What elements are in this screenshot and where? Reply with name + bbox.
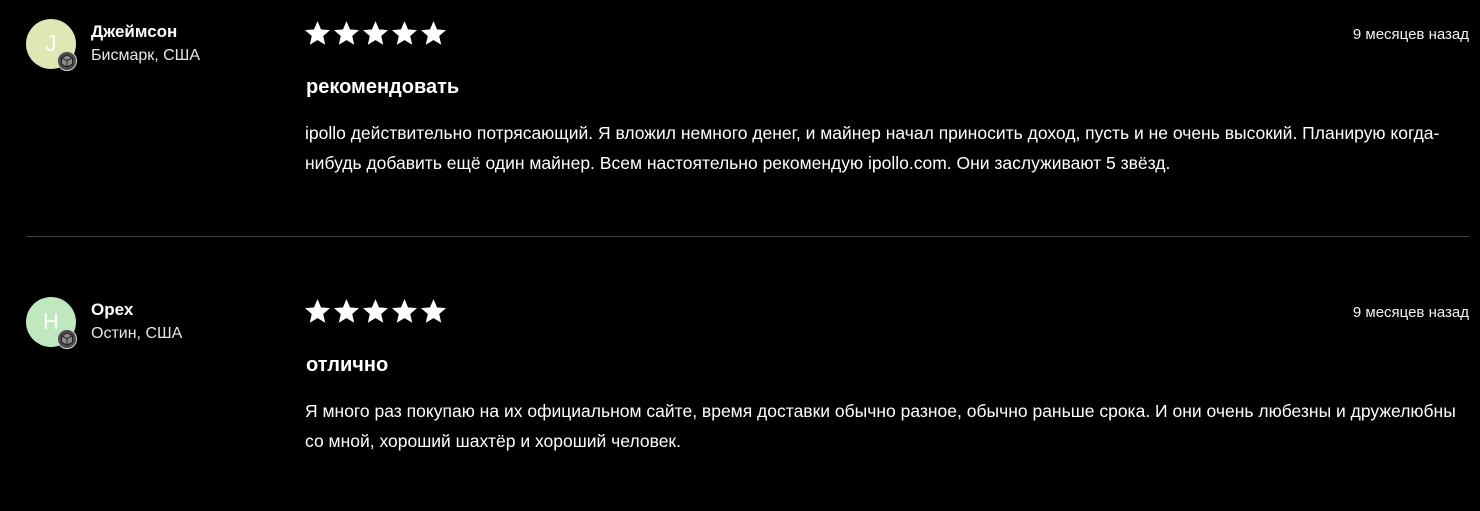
star-icon xyxy=(363,299,388,323)
reviewer-location: Бисмарк, США xyxy=(91,47,201,64)
review-text: ipollo действительно потрясающий. Я влож… xyxy=(305,123,1440,173)
star-icon xyxy=(363,21,388,45)
review-date: 9 месяцев назад xyxy=(1352,26,1469,43)
star-icon xyxy=(334,21,359,45)
star-icon xyxy=(392,21,417,45)
star-icon xyxy=(421,299,446,323)
review-title: отлично xyxy=(306,354,389,376)
review-date: 9 месяцев назад xyxy=(1352,304,1469,321)
star-icon xyxy=(334,299,359,323)
star-icon xyxy=(392,299,417,323)
star-icon xyxy=(421,21,446,45)
star-rating xyxy=(304,20,447,47)
review-title: рекомендовать xyxy=(306,76,460,98)
reviewer-name: Орех xyxy=(91,300,134,319)
review-text: Я много раз покупаю на их официальном са… xyxy=(305,401,1456,451)
reviewer-name: Джеймсон xyxy=(91,22,178,41)
verified-box-icon xyxy=(57,51,77,71)
star-icon xyxy=(305,299,330,323)
reviews-page: J Джеймсон Бисмарк, США 9 месяцев назад … xyxy=(0,0,1480,511)
avatar-initial: J xyxy=(45,31,57,56)
review-divider xyxy=(26,236,1469,237)
star-rating xyxy=(304,298,447,325)
avatar-initial: H xyxy=(43,309,59,334)
reviewer-location: Остин, США xyxy=(91,325,183,342)
verified-box-icon xyxy=(57,329,77,349)
star-icon xyxy=(305,21,330,45)
